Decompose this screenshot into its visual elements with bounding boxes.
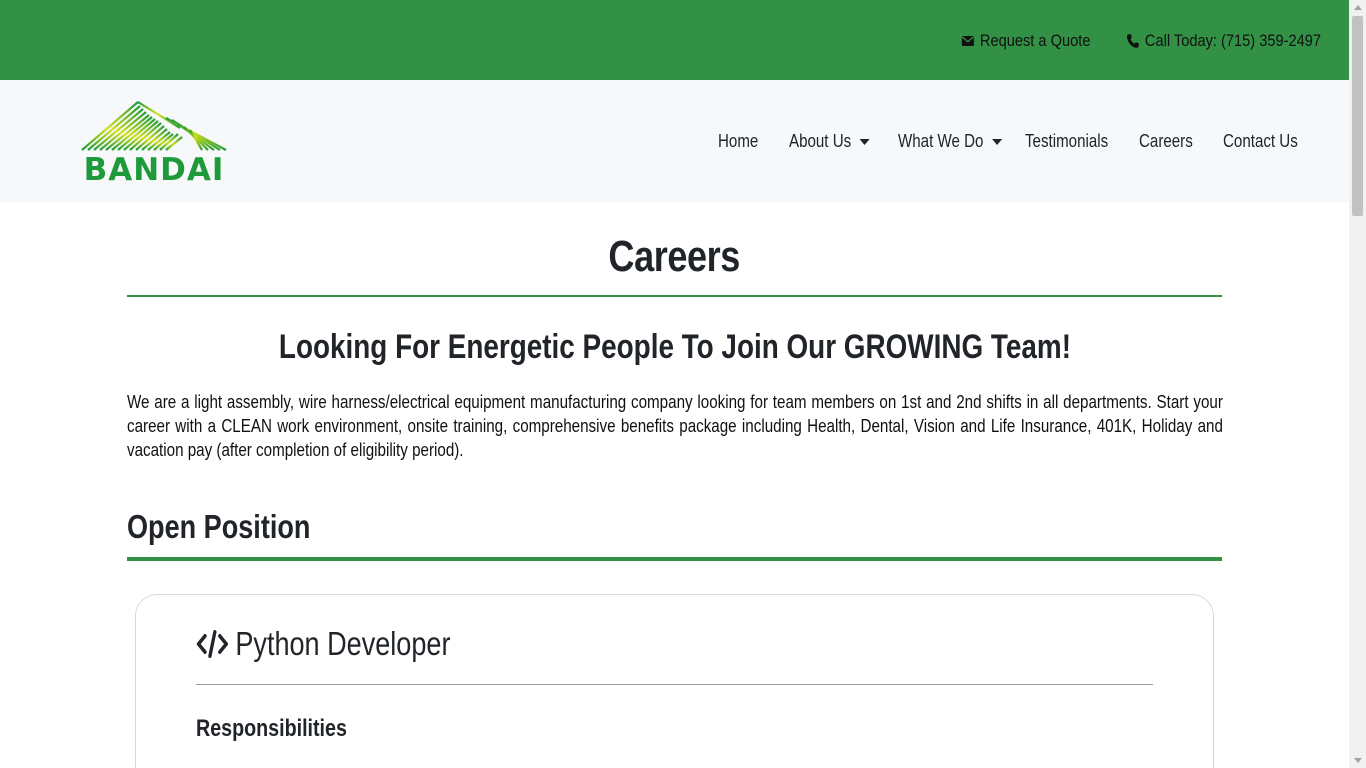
mountain-logo-icon: BANDAI [81, 101, 227, 182]
job-title-text: Python Developer [235, 625, 451, 662]
careers-subtitle-text: Looking For Energetic People To Join Our… [278, 328, 1071, 366]
nav-testimonials[interactable]: Testimonials [1025, 128, 1108, 154]
code-icon [196, 630, 228, 658]
phone-icon [1127, 34, 1139, 48]
page-scrollbar[interactable] [1349, 0, 1366, 768]
request-quote-link[interactable]: Request a Quote [961, 31, 1090, 51]
section-divider [127, 557, 1222, 561]
logo-wordmark: BANDAI [84, 152, 225, 182]
call-today-label: Call Today: (715) 359-2497 [1144, 31, 1322, 50]
nav-testimonials-label: Testimonials [1025, 130, 1109, 151]
chevron-down-icon [991, 139, 1002, 145]
nav-careers[interactable]: Careers [1139, 128, 1193, 154]
chevron-down-icon [859, 139, 870, 145]
request-quote-label: Request a Quote [979, 31, 1091, 50]
careers-intro-paragraph: We are a light assembly, wire harness/el… [127, 392, 1223, 460]
scrollbar-thumb[interactable] [1352, 16, 1363, 216]
nav-home[interactable]: Home [718, 128, 758, 154]
nav-about-us[interactable]: About Us [789, 128, 870, 154]
title-divider [127, 295, 1222, 297]
call-today-link[interactable]: Call Today: (715) 359-2497 [1126, 31, 1321, 51]
careers-subtitle: Looking For Energetic People To Join Our… [127, 328, 1222, 367]
nav-what-we-do[interactable]: What We Do [898, 128, 1002, 154]
nav-contact-us-label: Contact Us [1223, 130, 1298, 151]
open-position-heading: Open Position [127, 508, 311, 545]
scroll-up-icon[interactable] [1354, 5, 1362, 10]
nav-contact-us[interactable]: Contact Us [1223, 128, 1298, 154]
job-title: Python Developer [196, 624, 450, 664]
responsibilities-heading: Responsibilities [196, 715, 347, 742]
nav-about-us-label: About Us [789, 130, 852, 151]
job-card-divider [196, 684, 1153, 685]
top-contact-bar: Request a Quote Call Today: (715) 359-24… [0, 0, 1349, 80]
nav-careers-label: Careers [1139, 130, 1193, 151]
page-title: Careers [127, 232, 1222, 282]
nav-home-label: Home [718, 130, 759, 151]
envelope-icon [961, 36, 974, 46]
nav-what-we-do-label: What We Do [898, 130, 984, 151]
scroll-down-icon[interactable] [1354, 758, 1362, 763]
page-title-text: Careers [608, 232, 741, 281]
bandai-logo[interactable]: BANDAI [80, 100, 228, 182]
